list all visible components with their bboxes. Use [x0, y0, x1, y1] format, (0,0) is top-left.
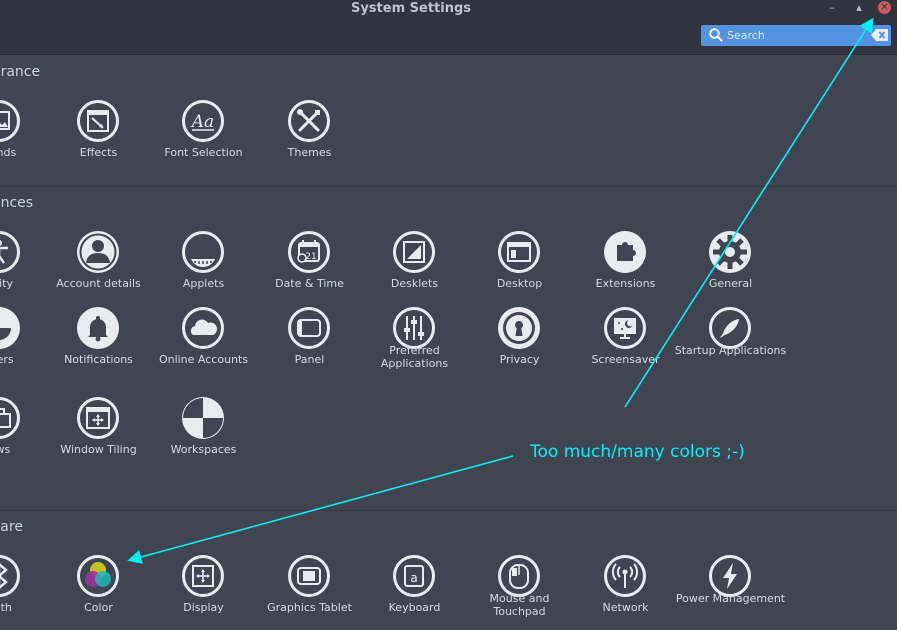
svg-text:a: a — [410, 571, 417, 585]
settings-item-label: Account details — [56, 277, 141, 290]
color-icon — [77, 555, 119, 597]
section-divider — [0, 186, 897, 187]
windows-icon — [0, 397, 20, 439]
settings-item-label: Desktop — [496, 277, 543, 290]
search-input[interactable] — [727, 27, 857, 44]
settings-item-label: Color — [84, 601, 113, 614]
settings-item-label: Effects — [79, 146, 118, 159]
settings-item-label: Themes — [287, 146, 332, 159]
settings-item-label: Online Accounts — [158, 353, 249, 366]
desktop-icon — [498, 231, 540, 273]
cloud-icon — [182, 307, 224, 349]
desklets-icon — [393, 231, 435, 273]
keyboard-icon: a — [393, 555, 435, 597]
panel-icon — [288, 307, 330, 349]
workspaces-icon — [182, 397, 224, 439]
puzzle-icon — [604, 231, 646, 273]
keyhole-icon — [498, 307, 540, 349]
gear-icon — [709, 231, 751, 273]
section-heading-hardware: vare — [0, 519, 23, 535]
themes-icon — [288, 100, 330, 142]
settings-item-label: General — [708, 277, 753, 290]
section-heading-appearance: arance — [0, 64, 41, 80]
arrow-to-color-item — [127, 455, 514, 564]
font-selection-icon: Aa — [182, 100, 224, 142]
settings-item-label: Power Management — [675, 592, 786, 605]
section-divider — [0, 510, 897, 511]
svg-text:Aa: Aa — [190, 112, 214, 132]
display-icon — [182, 555, 224, 597]
effects-icon — [77, 100, 119, 142]
screensaver-icon — [604, 307, 646, 349]
section-heading-preferences: ences — [0, 195, 34, 211]
settings-item-label: Keyboard — [388, 601, 441, 614]
minimize-button[interactable]: – — [825, 1, 839, 15]
settings-item-label: Panel — [294, 353, 325, 366]
applets-icon — [182, 231, 224, 273]
settings-item-label: Font Selection — [164, 146, 243, 159]
search-box[interactable] — [701, 25, 891, 46]
settings-item-label: Notifications — [64, 353, 133, 366]
settings-item-label: Graphics Tablet — [267, 601, 352, 614]
tablet-icon — [288, 555, 330, 597]
settings-item-label: Extensions — [595, 277, 656, 290]
settings-item-label: Privacy — [499, 353, 540, 366]
settings-item-label: Startup Applications — [674, 344, 787, 357]
settings-item-label: Screensaver — [591, 353, 660, 366]
network-icon — [604, 555, 646, 597]
settings-item-label: Preferred Applications — [380, 344, 449, 370]
bell-icon — [77, 307, 119, 349]
backgrounds-icon — [0, 100, 20, 142]
svg-text:21: 21 — [305, 252, 316, 262]
window-title: System Settings — [350, 1, 472, 16]
settings-item-label: Date & Time — [275, 277, 344, 290]
settings-item-label: Desklets — [390, 277, 439, 290]
accessibility-icon — [0, 231, 20, 273]
settings-item-label: Network — [602, 601, 649, 614]
settings-item-label: Workspaces — [170, 443, 237, 456]
hot-corners-icon — [0, 307, 20, 349]
annotation-text: Too much/many colors ;-) — [530, 442, 745, 462]
close-button[interactable]: ✕ — [878, 1, 891, 14]
account-icon — [77, 231, 119, 273]
settings-item-label: Display — [183, 601, 224, 614]
window-tiling-icon — [77, 397, 119, 439]
search-icon — [709, 28, 723, 42]
title-bar: System Settings – ▴ ✕ — [0, 0, 897, 55]
clear-search-icon[interactable] — [871, 27, 889, 43]
settings-item-label: Applets — [182, 277, 225, 290]
annotation-arrows — [127, 17, 874, 564]
calendar-icon: 21 — [288, 231, 330, 273]
maximize-button[interactable]: ▴ — [852, 1, 866, 15]
settings-item-label: Mouse and Touchpad — [489, 592, 550, 618]
bluetooth-icon — [0, 555, 20, 597]
settings-item-label: Window Tiling — [60, 443, 137, 456]
